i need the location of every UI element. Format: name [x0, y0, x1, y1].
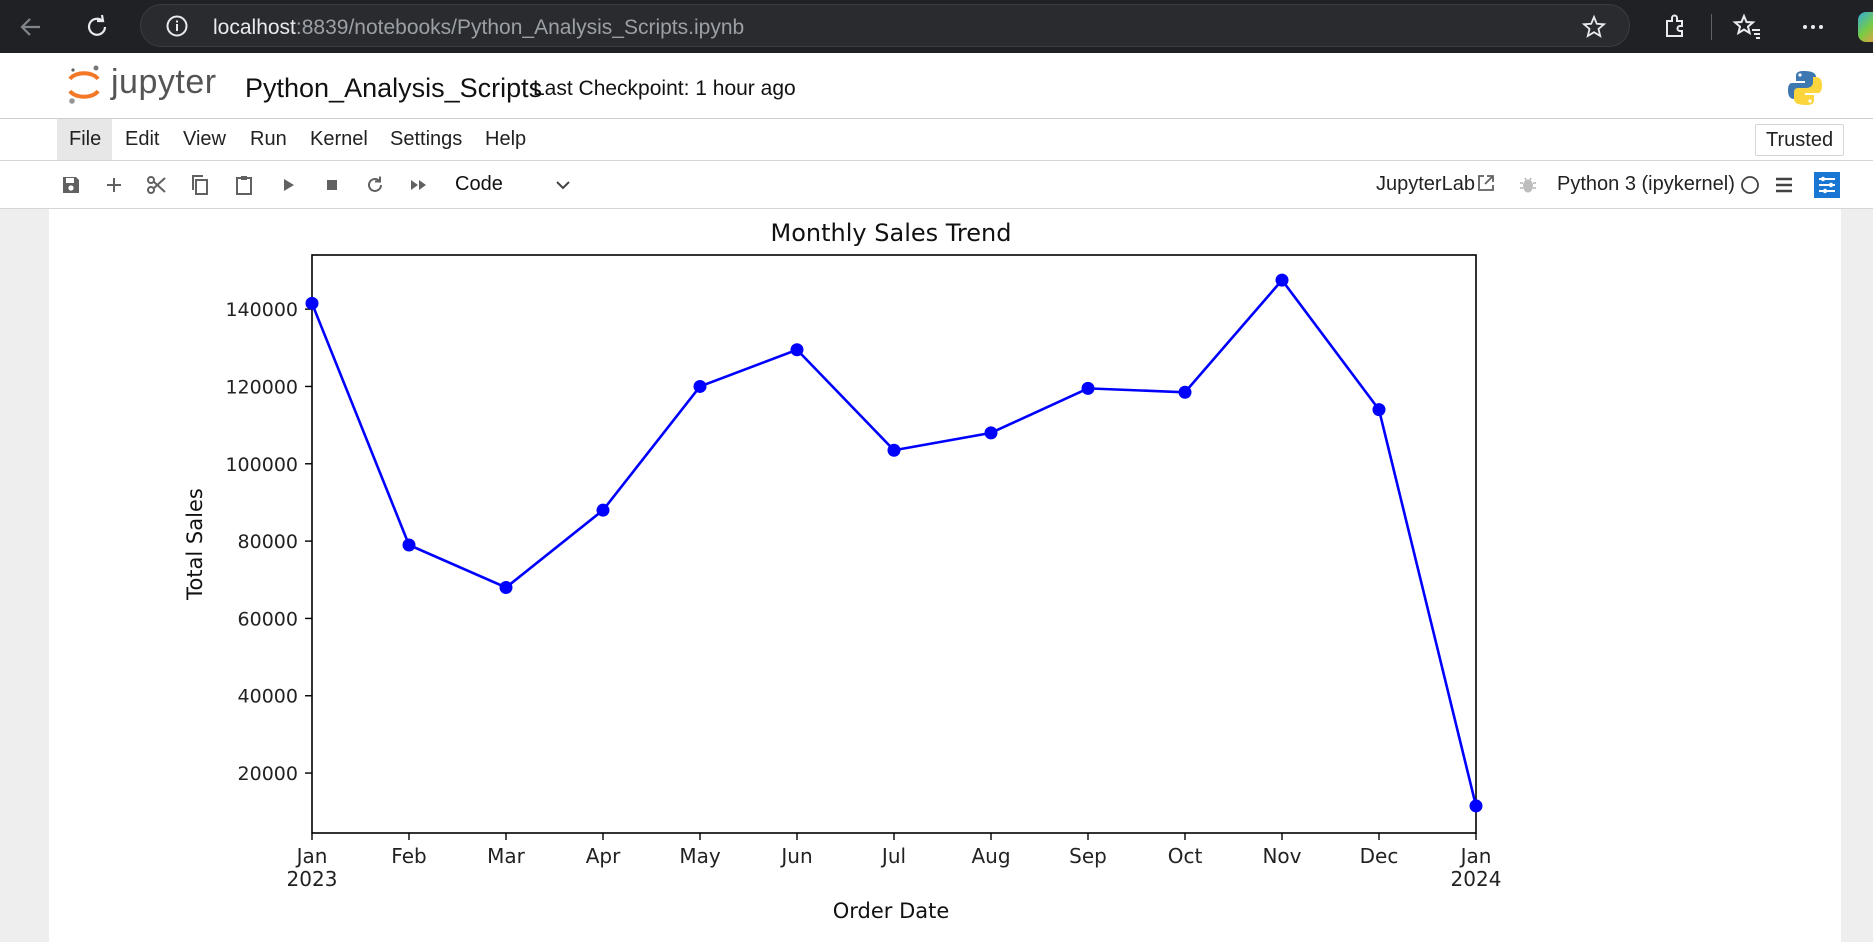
y-axis-label: Total Sales: [183, 488, 207, 601]
x-tick-label: Apr: [586, 844, 621, 868]
paste-icon[interactable]: [232, 173, 256, 197]
y-tick-label: 140000: [225, 299, 298, 321]
menu-kernel[interactable]: Kernel: [298, 119, 380, 160]
menu-file[interactable]: File: [57, 119, 112, 160]
notebook-title[interactable]: Python_Analysis_Scripts: [245, 73, 542, 104]
extensions-icon[interactable]: [1655, 8, 1693, 46]
data-point: [596, 503, 610, 517]
save-icon[interactable]: [59, 173, 83, 197]
jupyterlab-link[interactable]: JupyterLab: [1376, 173, 1475, 196]
kernel-name[interactable]: Python 3 (ipykernel): [1557, 173, 1735, 196]
site-info-icon[interactable]: [165, 14, 189, 38]
chart-title: Monthly Sales Trend: [771, 219, 1012, 247]
y-tick-label: 120000: [225, 376, 298, 398]
jupyter-logo-icon[interactable]: [66, 63, 102, 107]
menu-help[interactable]: Help: [473, 119, 538, 160]
plot-frame: [311, 254, 1477, 834]
more-options-icon[interactable]: [1794, 8, 1832, 46]
menu-settings[interactable]: Settings: [378, 119, 474, 160]
kernel-status-icon: [1741, 176, 1759, 194]
x-axis-label: Order Date: [833, 899, 950, 923]
notebook-toolbar: Code JupyterLab Python 3 (ipykernel): [0, 161, 1873, 209]
jupyter-header: jupyter Python_Analysis_Scripts Last Che…: [0, 53, 1873, 119]
x-tick-label: Sep: [1069, 844, 1107, 868]
x-tick-year-label: 2024: [1451, 867, 1502, 891]
python-logo-icon: [1788, 71, 1822, 105]
fast-forward-icon[interactable]: [407, 173, 431, 197]
data-point: [984, 426, 998, 440]
data-point: [1469, 799, 1483, 813]
url-text[interactable]: localhost:8839/notebooks/Python_Analysis…: [213, 16, 744, 40]
data-point: [790, 343, 804, 357]
menu-run[interactable]: Run: [238, 119, 299, 160]
x-axis-ticks: Jan2023Feb Mar Apr May Jun Jul Aug Sep Oct Nov Dec…: [287, 833, 1502, 891]
data-point: [1275, 273, 1289, 287]
y-tick-label: 80000: [238, 531, 298, 553]
x-tick-label: Feb: [391, 844, 426, 868]
data-point: [1081, 381, 1095, 395]
menu-view[interactable]: View: [171, 119, 238, 160]
menu-lines-icon[interactable]: [1772, 173, 1796, 197]
x-tick-label: May: [679, 844, 721, 868]
notebook-cell-output: Monthly Sales Trend 20000 40000 60000 80000…: [49, 209, 1841, 942]
favorites-icon[interactable]: [1728, 8, 1766, 46]
x-tick-label: Jun: [779, 844, 812, 868]
y-tick-label: 100000: [225, 454, 298, 476]
chevron-down-icon[interactable]: [551, 173, 575, 197]
run-icon[interactable]: [276, 173, 300, 197]
reload-icon[interactable]: [78, 8, 116, 46]
debugger-icon[interactable]: [1516, 173, 1540, 197]
back-icon[interactable]: [12, 8, 50, 46]
checkpoint-status: Last Checkpoint: 1 hour ago: [533, 77, 796, 100]
browser-toolbar: localhost:8839/notebooks/Python_Analysis…: [0, 0, 1873, 53]
sales-line-chart: Monthly Sales Trend 20000 40000 60000 80000…: [183, 219, 1502, 923]
x-tick-label: Nov: [1262, 844, 1301, 868]
trusted-indicator[interactable]: Trusted: [1755, 124, 1845, 156]
data-point: [1178, 385, 1192, 399]
external-link-icon[interactable]: [1474, 171, 1498, 195]
data-point: [305, 296, 319, 310]
menu-edit[interactable]: Edit: [113, 119, 171, 160]
restart-icon[interactable]: [363, 173, 387, 197]
y-tick-label: 20000: [238, 763, 298, 785]
cell-type-select[interactable]: Code: [455, 173, 503, 196]
data-point: [693, 379, 707, 393]
x-tick-label: Aug: [971, 844, 1010, 868]
data-point: [1372, 403, 1386, 417]
x-tick-label: Dec: [1360, 844, 1399, 868]
y-tick-label: 40000: [238, 686, 298, 708]
toolbar-divider: [1711, 14, 1712, 40]
property-inspector-icon[interactable]: [1813, 171, 1841, 199]
data-point: [499, 580, 513, 594]
y-tick-label: 60000: [238, 608, 298, 630]
copy-icon[interactable]: [188, 173, 212, 197]
data-point: [887, 443, 901, 457]
favorite-star-icon[interactable]: [1581, 14, 1607, 40]
x-tick-label: Jan: [295, 844, 328, 868]
menu-bar: File Edit View Run Kernel Settings Help …: [0, 119, 1873, 161]
x-tick-year-label: 2023: [287, 867, 338, 891]
x-tick-label: Jul: [880, 844, 906, 868]
x-tick-label: Mar: [487, 844, 526, 868]
y-axis-ticks: 20000 40000 60000 80000 100000 120000 140000: [225, 299, 312, 785]
x-tick-label: Jan: [1459, 844, 1492, 868]
jupyter-logo-text[interactable]: jupyter: [111, 63, 217, 102]
stop-icon[interactable]: [320, 173, 344, 197]
data-point: [402, 538, 416, 552]
copilot-icon[interactable]: [1858, 12, 1873, 42]
cut-icon[interactable]: [145, 173, 169, 197]
x-tick-label: Oct: [1168, 844, 1203, 868]
add-cell-icon[interactable]: [102, 173, 126, 197]
address-bar[interactable]: localhost:8839/notebooks/Python_Analysis…: [140, 4, 1630, 47]
